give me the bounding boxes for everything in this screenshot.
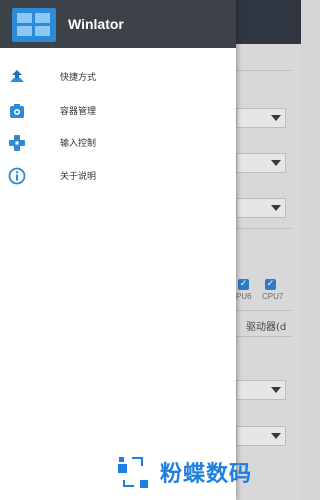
watermark-text: 粉蝶数码 (160, 462, 253, 487)
watermark-logo-icon (118, 457, 148, 488)
menu-item-about[interactable]: 关于说明 (0, 161, 236, 191)
chevron-down-icon (271, 433, 281, 439)
dropdown-4[interactable] (236, 380, 286, 400)
menu-item-input-controls[interactable]: 输入控制 (0, 128, 236, 158)
chevron-down-icon (271, 387, 281, 393)
cpu6-label: PU6 (236, 292, 252, 301)
shortcut-icon (10, 70, 24, 82)
cpu7-checkbox[interactable]: ✓ (265, 279, 276, 290)
drives-tab[interactable]: 驱动器(d (246, 318, 286, 333)
menu-item-containers[interactable]: 容器管理 (0, 96, 236, 126)
cpu7-label: CPU7 (262, 292, 284, 301)
menu-item-shortcuts[interactable]: 快捷方式 (0, 62, 236, 92)
dropdown-5[interactable] (236, 426, 286, 446)
menu-label-containers: 容器管理 (60, 107, 97, 117)
dropdown-1[interactable] (236, 108, 286, 128)
menu-label-input-controls: 输入控制 (60, 139, 97, 149)
dropdown-2[interactable] (236, 153, 286, 173)
divider (236, 228, 291, 229)
chevron-down-icon (271, 205, 281, 211)
info-icon (8, 167, 26, 185)
menu-label-shortcuts: 快捷方式 (60, 73, 97, 83)
container-icon (10, 104, 24, 118)
chevron-down-icon (271, 115, 281, 121)
watermark: 粉蝶数码 (112, 452, 288, 492)
menu-label-about: 关于说明 (60, 172, 97, 182)
cpu6-checkbox[interactable]: ✓ (238, 279, 249, 290)
gamepad-icon (9, 135, 25, 151)
app-title: Winlator (68, 16, 124, 32)
divider (236, 70, 291, 71)
winlator-logo-icon (12, 8, 56, 42)
chevron-down-icon (271, 160, 281, 166)
divider (236, 336, 291, 337)
divider (236, 310, 291, 311)
dropdown-3[interactable] (236, 198, 286, 218)
drawer-header: Winlator (0, 0, 236, 48)
navigation-drawer: Winlator 快捷方式 容器管理 输入控制 关于说明 (0, 0, 236, 500)
